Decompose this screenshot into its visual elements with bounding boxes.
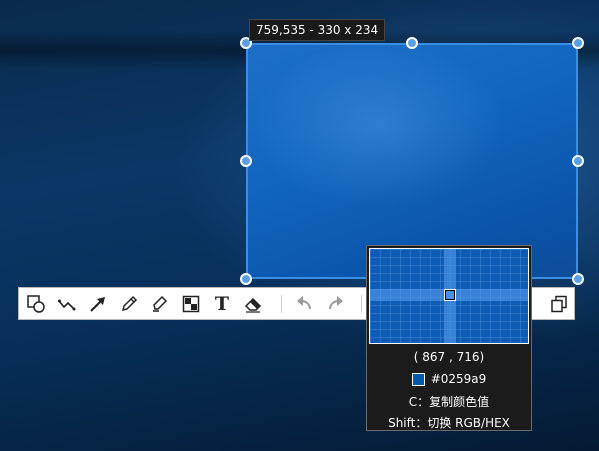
eraser-tool-button[interactable] (241, 292, 265, 316)
toolbar-separator (281, 295, 282, 313)
resize-handle-right[interactable] (572, 155, 584, 167)
mosaic-icon (182, 295, 200, 313)
undo-button[interactable] (292, 292, 316, 316)
polyline-icon (58, 299, 76, 311)
color-value-line: #0259a9 (367, 372, 531, 386)
center-pixel-marker (444, 289, 456, 301)
color-picker-magnifier: ( 867 , 716) #0259a9 C：复制颜色值 Shift：切换 RG… (366, 245, 532, 431)
shape-tool-button[interactable] (24, 292, 48, 316)
redo-icon (329, 296, 343, 310)
redo-button[interactable] (324, 292, 348, 316)
resize-handle-top-right[interactable] (572, 37, 584, 49)
toolbar-separator (361, 295, 362, 313)
resize-handle-top[interactable] (406, 37, 418, 49)
magnified-pixel-grid (369, 248, 529, 344)
capture-selection[interactable] (246, 43, 578, 279)
undo-icon (297, 296, 311, 310)
switch-format-hint: Shift：切换 RGB/HEX (388, 416, 510, 430)
resize-handle-bottom-right[interactable] (572, 273, 584, 285)
pencil-tool-button[interactable] (117, 292, 141, 316)
copy-color-hint: C：复制颜色值 (408, 395, 490, 409)
mosaic-tool-button[interactable] (179, 292, 203, 316)
text-icon: T (214, 293, 230, 315)
cursor-coordinates: ( 867 , 716) (413, 350, 485, 364)
shape-rect-circle-icon (27, 295, 45, 313)
selection-info-label: 759,535 - 330 x 234 (249, 19, 386, 41)
highlighter-icon (153, 295, 168, 312)
resize-handle-left[interactable] (240, 155, 252, 167)
copy-button[interactable] (547, 292, 571, 316)
text-tool-button[interactable]: T (210, 292, 234, 316)
highlighter-tool-button[interactable] (148, 292, 172, 316)
eraser-icon (244, 297, 262, 313)
copy-icon (551, 295, 567, 313)
polyline-tool-button[interactable] (55, 292, 79, 316)
resize-handle-bottom-left[interactable] (240, 273, 252, 285)
color-swatch (411, 372, 425, 386)
arrow-tool-button[interactable] (86, 292, 110, 316)
color-hex-value: #0259a9 (430, 372, 487, 386)
pencil-icon (121, 295, 138, 312)
arrow-icon (90, 297, 105, 312)
